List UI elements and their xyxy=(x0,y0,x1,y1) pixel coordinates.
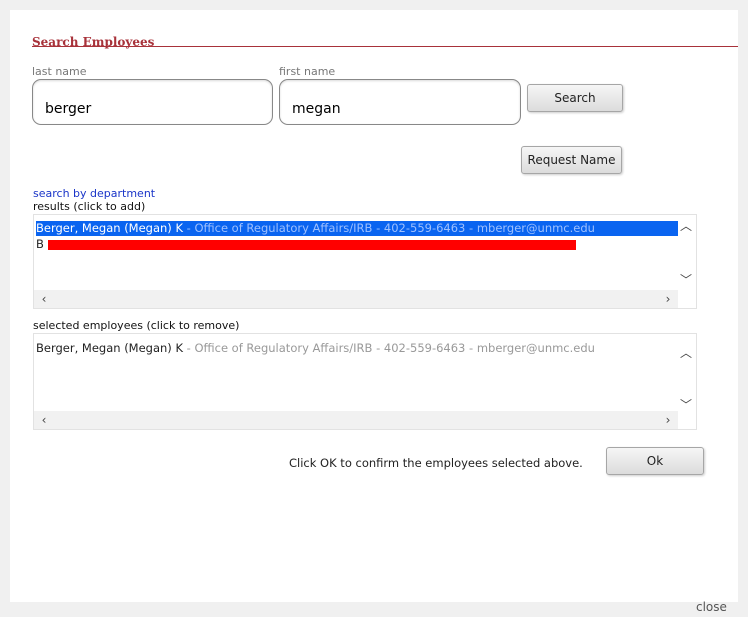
selected-employees-list[interactable]: Berger, Megan (Megan) K - Office of Regu… xyxy=(33,333,697,430)
title-divider xyxy=(32,46,738,47)
redaction-bar xyxy=(48,240,576,250)
vertical-scrollbar[interactable]: ︿ ﹀ xyxy=(678,334,696,429)
vertical-scrollbar[interactable]: ︿ ﹀ xyxy=(678,215,696,308)
employee-name: Berger, Megan (Megan) K xyxy=(36,221,183,235)
first-name-input[interactable] xyxy=(279,79,521,125)
employee-detail: - Office of Regulatory Affairs/IRB - 402… xyxy=(183,341,595,355)
ok-button[interactable]: Ok xyxy=(606,447,704,475)
results-label: results (click to add) xyxy=(33,200,146,213)
chevron-down-icon[interactable]: ﹀ xyxy=(678,273,694,287)
results-list[interactable]: Berger, Megan (Megan) K - Office of Regu… xyxy=(33,214,697,309)
horizontal-scrollbar[interactable]: ‹ › xyxy=(34,411,678,429)
request-name-button[interactable]: Request Name xyxy=(521,146,622,174)
search-employees-dialog: Search Employees last name first name Se… xyxy=(10,10,738,602)
chevron-down-icon[interactable]: ﹀ xyxy=(678,398,694,412)
chevron-right-icon[interactable]: › xyxy=(660,292,676,306)
chevron-up-icon[interactable]: ︿ xyxy=(678,219,694,233)
horizontal-scrollbar[interactable]: ‹ › xyxy=(34,290,678,308)
first-name-label: first name xyxy=(279,65,336,78)
employee-detail: - Office of Regulatory Affairs/IRB - 402… xyxy=(183,221,595,235)
selected-employees-label: selected employees (click to remove) xyxy=(33,319,240,332)
close-link[interactable]: close xyxy=(696,600,727,614)
chevron-left-icon[interactable]: ‹ xyxy=(36,413,52,427)
search-by-department-link[interactable]: search by department xyxy=(33,187,155,200)
chevron-right-icon[interactable]: › xyxy=(660,413,676,427)
selected-list-item[interactable]: Berger, Megan (Megan) K - Office of Regu… xyxy=(36,341,678,356)
last-name-label: last name xyxy=(32,65,87,78)
employee-name: Berger, Megan (Megan) K xyxy=(36,341,183,355)
chevron-up-icon[interactable]: ︿ xyxy=(678,346,694,360)
confirm-instructions: Click OK to confirm the employees select… xyxy=(289,456,583,470)
chevron-left-icon[interactable]: ‹ xyxy=(36,292,52,306)
employee-name: B xyxy=(36,237,44,251)
search-button[interactable]: Search xyxy=(527,84,623,112)
results-list-item[interactable]: Berger, Megan (Megan) K - Office of Regu… xyxy=(36,221,678,236)
last-name-input[interactable] xyxy=(32,79,273,125)
